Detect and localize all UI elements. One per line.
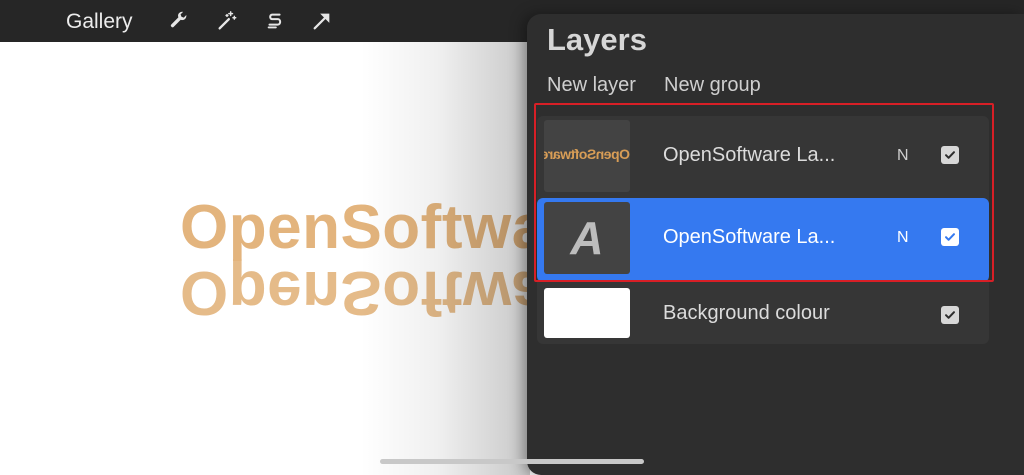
thumbnail-text: OpenSoftware — [544, 146, 630, 162]
layers-panel: Layers New layer New group OpenSoftware … — [527, 14, 1024, 475]
wrench-icon[interactable] — [168, 10, 190, 32]
blend-mode-button[interactable]: N — [897, 147, 909, 165]
gallery-button[interactable]: Gallery — [66, 9, 133, 35]
transform-arrow-icon[interactable] — [311, 10, 333, 32]
new-layer-button[interactable]: New layer — [547, 74, 636, 97]
checkmark-icon — [945, 151, 955, 159]
panel-title: Layers — [547, 22, 647, 57]
layer-row[interactable]: OpenSoftware OpenSoftware La... N — [537, 116, 989, 200]
layer-row-selected[interactable]: A OpenSoftware La... N — [537, 198, 989, 282]
text-layer-glyph: A — [570, 212, 604, 264]
layer-thumbnail: OpenSoftware — [544, 120, 630, 192]
layers-list: OpenSoftware OpenSoftware La... N A Open… — [537, 116, 989, 344]
blend-mode-button[interactable]: N — [897, 229, 909, 247]
layer-thumbnail: A — [544, 202, 630, 274]
layer-name: OpenSoftware La... — [663, 226, 836, 248]
background-layer-row[interactable]: Background colour — [537, 286, 989, 344]
visibility-checkbox[interactable] — [941, 306, 959, 324]
background-colour-swatch[interactable] — [544, 288, 630, 338]
checkmark-icon — [945, 311, 955, 319]
layer-name: Background colour — [663, 302, 830, 324]
panel-shadow — [360, 42, 530, 475]
layer-name: OpenSoftware La... — [663, 144, 836, 166]
visibility-checkbox[interactable] — [941, 146, 959, 164]
magic-wand-icon[interactable] — [216, 10, 238, 32]
new-group-button[interactable]: New group — [664, 74, 761, 97]
home-indicator[interactable] — [380, 459, 644, 464]
checkmark-icon — [945, 233, 955, 241]
selection-s-icon[interactable] — [264, 10, 286, 32]
visibility-checkbox[interactable] — [941, 228, 959, 246]
